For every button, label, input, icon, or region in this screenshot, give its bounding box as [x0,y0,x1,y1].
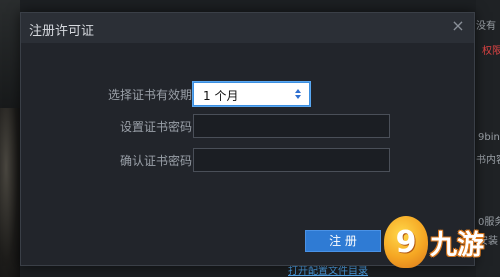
set-password-label: 设置证书密码： [119,120,204,134]
validity-row: 选择证书有效期： 1 个月 [21,82,474,106]
close-icon[interactable]: × [450,18,466,34]
confirm-password-label: 确认证书密码： [119,154,204,168]
validity-label: 选择证书有效期： [107,88,204,102]
background-text: 没有 [476,21,496,32]
dialog-title: 注册许可证 [29,24,95,39]
watermark-badge-icon: 9 [384,216,428,268]
confirm-password-field[interactable] [193,148,390,172]
dialog-header: 注册许可证 × [21,13,474,43]
background-text: 9bin) [478,132,500,143]
watermark-text: 九游 [430,229,484,261]
validity-selected-value: 1 个月 [203,89,239,103]
set-password-row: 设置证书密码： [21,114,474,138]
validity-select[interactable]: 1 个月 [193,82,310,106]
background-character-image [0,108,20,277]
background-text: 权限 [482,46,500,57]
select-arrows-icon [293,85,303,103]
background-left-strip [0,0,20,277]
background-text: 书内容 [476,155,500,166]
watermark-logo: 9 九游 [384,210,496,274]
confirm-password-row: 确认证书密码： [21,148,474,172]
register-button[interactable]: 注 册 [305,230,381,252]
set-password-field[interactable] [193,114,390,138]
